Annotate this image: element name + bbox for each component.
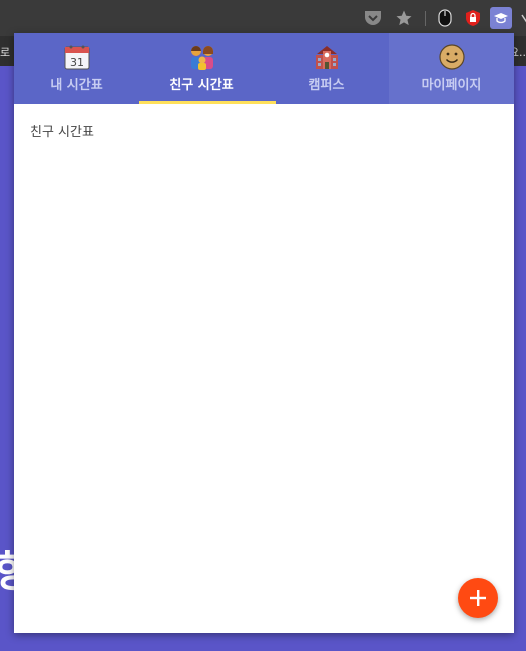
add-friend-button[interactable] [458, 578, 498, 618]
calendar-icon: 31 [64, 45, 89, 70]
tab-my-timetable[interactable]: 31 내 시간표 [14, 33, 139, 104]
svg-text:31: 31 [70, 56, 84, 69]
pocket-icon[interactable] [363, 8, 383, 28]
bookmark-left-fragment[interactable]: 로 [0, 44, 10, 60]
school-building-icon [315, 46, 338, 69]
tab-label: 친구 시간표 [169, 78, 234, 93]
tab-friend-timetable[interactable]: 친구 시간표 [139, 33, 276, 104]
extension-popup: 31 내 시간표 친구 시간표 캠퍼스 마이페이지 친구 시간표 [14, 33, 514, 633]
tab-my-page[interactable]: 마이페이지 [389, 33, 514, 104]
smiley-icon [438, 44, 465, 70]
tab-campus[interactable]: 캠퍼스 [264, 33, 389, 104]
toolbar-separator [425, 11, 426, 26]
page-title: 친구 시간표 [30, 125, 94, 140]
menu-chevron-icon[interactable] [516, 8, 526, 28]
graduation-cap-extension-icon[interactable] [490, 7, 512, 29]
shield-lock-icon[interactable] [463, 8, 483, 28]
tab-label: 마이페이지 [421, 78, 482, 93]
active-tab-indicator [139, 101, 276, 104]
star-icon[interactable] [394, 8, 414, 28]
mouse-icon[interactable] [435, 8, 455, 28]
browser-toolbar [0, 0, 526, 36]
plus-icon [470, 590, 486, 606]
tab-label: 내 시간표 [50, 78, 103, 93]
tab-label: 캠퍼스 [308, 78, 345, 93]
family-icon [190, 46, 213, 70]
tab-bar: 31 내 시간표 친구 시간표 캠퍼스 마이페이지 [14, 33, 514, 104]
